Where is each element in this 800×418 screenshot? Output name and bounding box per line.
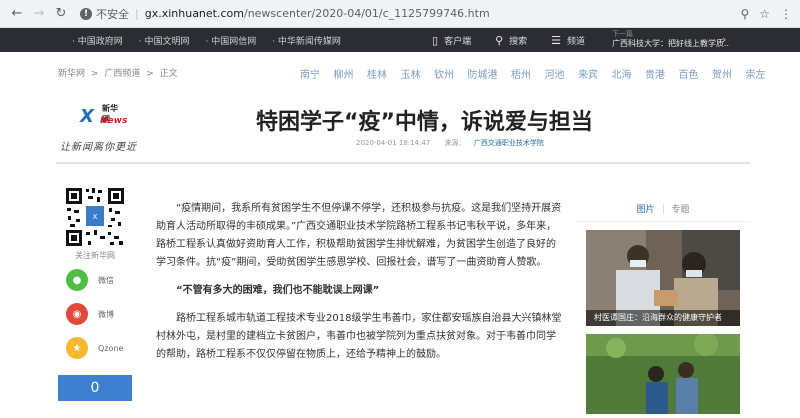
search-icon: ⚲ xyxy=(495,33,504,47)
like-button[interactable]: 0 xyxy=(58,375,132,401)
city-link[interactable]: 桂林 xyxy=(367,66,387,81)
article-body: “疫情期间，我系所有贫困学生不但停课不停学，还积极参与抗疫。这是我们坚持开展资助… xyxy=(156,200,564,374)
share-wechat-button[interactable]: ● 微信 xyxy=(58,265,132,295)
chevron-right-icon[interactable]: › xyxy=(722,33,726,46)
city-link[interactable]: 贵港 xyxy=(645,66,665,81)
client-button[interactable]: ▯ 客户端 xyxy=(432,34,471,47)
picture-caption: 村医谭国庄：沿海群众的健康守护者 xyxy=(586,310,740,326)
source-label: 来源： xyxy=(444,139,466,147)
city-link[interactable]: 防城港 xyxy=(468,66,498,81)
logo-slogan: 让新闻离你更近 xyxy=(60,142,137,153)
search-button[interactable]: ⚲ 搜索 xyxy=(495,34,527,47)
city-link[interactable]: 河池 xyxy=(545,66,565,81)
city-link[interactable]: 柳州 xyxy=(334,66,354,81)
share-column: X 关注新华网 ● 微信 ◉ 微博 ★ Qzone 0 xyxy=(58,186,132,401)
follow-label: 关注新华网 xyxy=(75,251,115,260)
next-article-link[interactable]: 下一篇 广西科技大学：把好线上教学质... xyxy=(612,30,730,50)
logo-en: News xyxy=(100,116,128,126)
city-link[interactable]: 玉林 xyxy=(401,66,421,81)
share-label: 微博 xyxy=(98,309,114,319)
back-icon[interactable]: ← xyxy=(8,5,26,23)
url-path: /newscenter/2020-04/01/c_1125799746.htm xyxy=(243,7,490,20)
breadcrumb-sep: > xyxy=(146,69,154,79)
city-link[interactable]: 梧州 xyxy=(511,66,531,81)
xinhuanet-logo[interactable]: X 新华网 News 让新闻离你更近 xyxy=(60,100,138,153)
site-link[interactable]: · 中国文明网 xyxy=(139,34,190,47)
article-paragraph: “疫情期间，我系所有贫困学生不但停课不停学，还积极参与抗疫。这是我们坚持开展资助… xyxy=(156,203,562,268)
address-bar[interactable]: ! 不安全 | gx.xinhuanet.com/newscenter/2020… xyxy=(80,4,740,24)
logo-mark: X xyxy=(80,106,94,127)
article-source[interactable]: 广西交通职业技术学院 xyxy=(474,139,544,147)
city-link[interactable]: 贺州 xyxy=(712,66,732,81)
reload-icon[interactable]: ↻ xyxy=(52,5,70,23)
tab-topics[interactable]: 专题 xyxy=(672,202,690,215)
qzone-icon: ★ xyxy=(66,337,88,359)
city-link[interactable]: 来宾 xyxy=(578,66,598,81)
qr-code-icon: X xyxy=(64,186,126,248)
share-qzone-button[interactable]: ★ Qzone xyxy=(58,333,132,363)
forward-icon[interactable]: → xyxy=(30,5,48,23)
wechat-icon: ● xyxy=(66,269,88,291)
city-link[interactable]: 百色 xyxy=(679,66,699,81)
share-label: 微信 xyxy=(98,275,114,285)
warning-icon: ! xyxy=(80,7,92,20)
more-menu-icon[interactable]: ⋮ xyxy=(780,7,792,21)
breadcrumb-sep: > xyxy=(90,69,99,79)
mobile-icon: ▯ xyxy=(432,33,439,47)
picture-card[interactable] xyxy=(586,334,740,414)
zoom-icon[interactable]: ⚲ xyxy=(740,7,749,21)
city-link[interactable]: 钦州 xyxy=(434,66,454,81)
svg-text:X: X xyxy=(93,213,98,221)
city-link[interactable]: 南宁 xyxy=(300,66,320,81)
article-meta: 2020-04-01 18:14:47 来源： 广西交通职业技术学院 xyxy=(356,138,544,148)
weibo-icon: ◉ xyxy=(66,303,88,325)
next-label: 下一篇 xyxy=(612,30,633,38)
breadcrumb-channel[interactable]: 广西频道 xyxy=(104,69,140,79)
breadcrumb: 新华网 > 广西频道 > 正文 xyxy=(58,66,181,79)
top-navigation: · 中国政府网 · 中国文明网 · 中国网信网 · 中华新闻传媒网 ▯ 客户端 … xyxy=(0,28,800,52)
channel-button[interactable]: ☰ 频道 xyxy=(551,34,585,47)
city-link[interactable]: 北海 xyxy=(612,66,632,81)
tab-pictures[interactable]: 图片 xyxy=(636,202,654,215)
breadcrumb-home[interactable]: 新华网 xyxy=(58,69,85,79)
insecure-label: 不安全 xyxy=(96,7,129,21)
site-link[interactable]: · 中华新闻传媒网 xyxy=(272,34,341,47)
share-label: Qzone xyxy=(98,343,124,353)
menu-icon: ☰ xyxy=(551,33,562,47)
sidebar-tabs: 图片 专题 xyxy=(576,196,750,222)
title-divider xyxy=(56,162,750,164)
share-weibo-button[interactable]: ◉ 微博 xyxy=(58,299,132,329)
tab-divider xyxy=(662,203,664,214)
next-title: 广西科技大学：把好线上教学质... xyxy=(612,39,730,48)
picture-card[interactable]: 村医谭国庄：沿海群众的健康守护者 xyxy=(586,230,740,326)
site-link[interactable]: · 中国政府网 xyxy=(72,34,123,47)
url-host: gx.xinhuanet.com xyxy=(144,7,244,20)
article-paragraph: 路桥工程系城市轨道工程技术专业2018级学生韦善巾，家住都安瑶族自治县大兴镇林堂… xyxy=(156,313,562,360)
breadcrumb-current: 正文 xyxy=(159,69,178,79)
city-nav: 南宁 柳州 桂林 玉林 钦州 防城港 梧州 河池 来宾 北海 贵港 百色 贺州 … xyxy=(300,66,779,81)
bookmark-star-icon[interactable]: ☆ xyxy=(759,7,770,21)
separator: | xyxy=(135,7,139,20)
site-link[interactable]: · 中国网信网 xyxy=(205,34,256,47)
article-date: 2020-04-01 18:14:47 xyxy=(356,139,431,147)
sidebar: 图片 专题 村医谭国庄：沿海群众的健康守护者 xyxy=(576,196,750,414)
photo-farm xyxy=(586,334,740,414)
city-link[interactable]: 崇左 xyxy=(746,66,766,81)
article-subheading: “不管有多大的困难，我们也不能耽误上网课” xyxy=(176,285,380,296)
article-title: 特困学子“疫”中情，诉说爱与担当 xyxy=(256,110,593,135)
browser-toolbar: ← → ↻ ! 不安全 | gx.xinhuanet.com/newscente… xyxy=(0,0,800,28)
